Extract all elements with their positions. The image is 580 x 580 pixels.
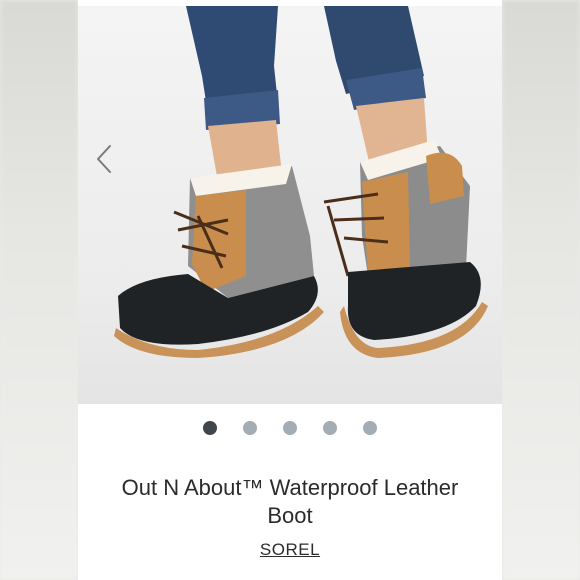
product-title: Out N About™ Waterproof Leather Boot <box>121 475 459 528</box>
carousel-dot-3[interactable] <box>283 421 297 435</box>
carousel-dot-1[interactable] <box>203 421 217 435</box>
left-blur-margin <box>0 0 78 580</box>
product-photo <box>78 6 502 404</box>
brand-row: SOREL <box>78 540 502 560</box>
carousel-prev-button[interactable] <box>92 142 116 176</box>
brand-link[interactable]: SOREL <box>260 540 320 559</box>
carousel-dot-2[interactable] <box>243 421 257 435</box>
boots-illustration <box>114 6 488 358</box>
carousel-dot-4[interactable] <box>323 421 337 435</box>
product-card: Out N About™ Waterproof Leather Boot SOR… <box>78 0 502 580</box>
carousel-dots <box>78 421 502 437</box>
chevron-left-icon <box>97 145 111 173</box>
carousel-dot-5[interactable] <box>363 421 377 435</box>
right-blur-margin <box>502 0 580 580</box>
